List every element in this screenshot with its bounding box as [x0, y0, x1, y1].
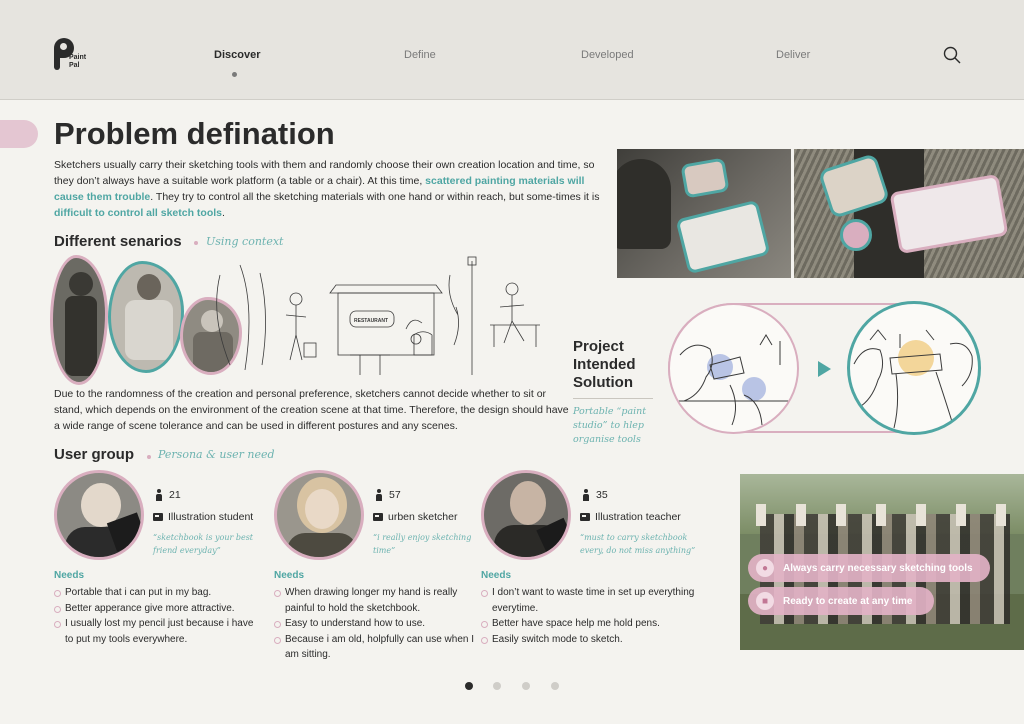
- palette-icon: ●: [756, 559, 774, 577]
- pagination-dot-3[interactable]: [522, 682, 530, 690]
- list-item: When drawing longer my hand is really pa…: [274, 585, 474, 616]
- restaurant-sign: RESTAURANT: [354, 318, 388, 324]
- id-card-icon: [153, 513, 163, 522]
- user-2-role: urben sketcher: [373, 511, 457, 523]
- intro-paragraph: Sketchers usually carry their sketching …: [54, 159, 600, 219]
- scenario-line-drawing: RESTAURANT: [216, 256, 540, 375]
- top-navigation-bar: Paint Pal Discover Define Developed Deli…: [0, 0, 1024, 100]
- photo-sketchbook-on-grass: [794, 149, 1024, 278]
- list-item: Easily switch mode to sketch.: [481, 632, 696, 648]
- scenario-photo-sitting: [108, 261, 184, 373]
- solution-arrow-icon: [818, 361, 831, 377]
- list-item: Easy to understand how to use.: [274, 616, 474, 632]
- feature-pill-carry-tools: ● Always carry necessary sketching tools: [748, 554, 990, 582]
- list-item: Better apperance give more attractive.: [54, 601, 264, 617]
- user-2-age: 57: [375, 489, 401, 502]
- logo-text-line2: Pal: [69, 62, 80, 69]
- list-item: I don’t want to waste time in set up eve…: [481, 585, 696, 616]
- scenarios-description: Due to the randomness of the creation an…: [54, 388, 569, 432]
- avatar-user-2: [274, 470, 364, 560]
- feature-pill-ready-to-create: ■ Ready to create at any time: [748, 587, 934, 615]
- person-icon: [582, 489, 590, 502]
- scenarios-heading: Different senarios: [54, 233, 182, 250]
- list-item: I usually lost my pencil just because i …: [54, 616, 264, 647]
- user-group-heading: User group: [54, 446, 135, 463]
- active-nav-indicator: [232, 72, 237, 77]
- highlight-difficult-control: difficult to control all sketch tools: [54, 207, 223, 219]
- pagination-dot-2[interactable]: [493, 682, 501, 690]
- user-1-quote: “sketchbook is your best friend everyday…: [153, 533, 254, 555]
- scenarios-subheading: Using context: [206, 235, 284, 248]
- user-2-quote: “i really enjoy sketching time”: [373, 533, 472, 555]
- feature-1-label: Always carry necessary sketching tools: [783, 562, 973, 574]
- user-3-needs-list: I don’t want to waste time in set up eve…: [481, 585, 696, 647]
- user-1-age: 21: [155, 489, 181, 502]
- paint-pal-logo[interactable]: Paint Pal: [54, 38, 114, 74]
- list-item: Because i am old, holpfully can use when…: [274, 632, 474, 663]
- logo-text-line1: Paint: [69, 54, 87, 61]
- solution-before-illustration: [668, 303, 799, 434]
- id-card-icon: [580, 513, 590, 522]
- person-icon: [375, 489, 383, 502]
- user-1-needs-heading: Needs: [54, 570, 85, 581]
- pagination-dot-4[interactable]: [551, 682, 559, 690]
- list-item: Better have space help me hold pens.: [481, 616, 696, 632]
- user-3-needs-heading: Needs: [481, 570, 512, 581]
- easel-icon: ■: [756, 592, 774, 610]
- user-3-age: 35: [582, 489, 608, 502]
- solution-after-illustration: [847, 301, 981, 435]
- feature-2-label: Ready to create at any time: [783, 595, 913, 607]
- solution-subtitle: Portable “paint studio” to hlep organise…: [573, 406, 647, 445]
- user-2-needs-heading: Needs: [274, 570, 305, 581]
- solution-title: Project Intended Solution: [573, 338, 636, 391]
- user-2-needs-list: When drawing longer my hand is really pa…: [274, 585, 474, 663]
- nav-discover[interactable]: Discover: [214, 49, 260, 61]
- user-3-quote: “must to carry sketchbook every, do not …: [580, 533, 696, 555]
- nav-define[interactable]: Define: [404, 49, 436, 61]
- nav-deliver[interactable]: Deliver: [776, 49, 810, 61]
- avatar-user-3: [481, 470, 571, 560]
- list-item: Portable that i can put in my bag.: [54, 585, 264, 601]
- avatar-user-1: [54, 470, 144, 560]
- search-icon[interactable]: [943, 46, 961, 64]
- user-group-subheading: Persona & user need: [158, 448, 275, 461]
- scenario-photo-standing: [50, 255, 108, 385]
- scenario-illustration: RESTAURANT: [50, 255, 570, 385]
- id-card-icon: [373, 513, 383, 522]
- nav-developed[interactable]: Developed: [581, 49, 634, 61]
- photo-sketching-on-ground: [617, 149, 791, 278]
- page-title: Problem defination: [54, 116, 335, 151]
- pagination-dot-1[interactable]: [465, 682, 473, 690]
- user-1-role: Illustration student: [153, 511, 253, 523]
- user-1-needs-list: Portable that i can put in my bag. Bette…: [54, 585, 264, 647]
- user-3-role: Illustration teacher: [580, 511, 681, 523]
- person-icon: [155, 489, 163, 502]
- section-marker-pill: [0, 120, 38, 148]
